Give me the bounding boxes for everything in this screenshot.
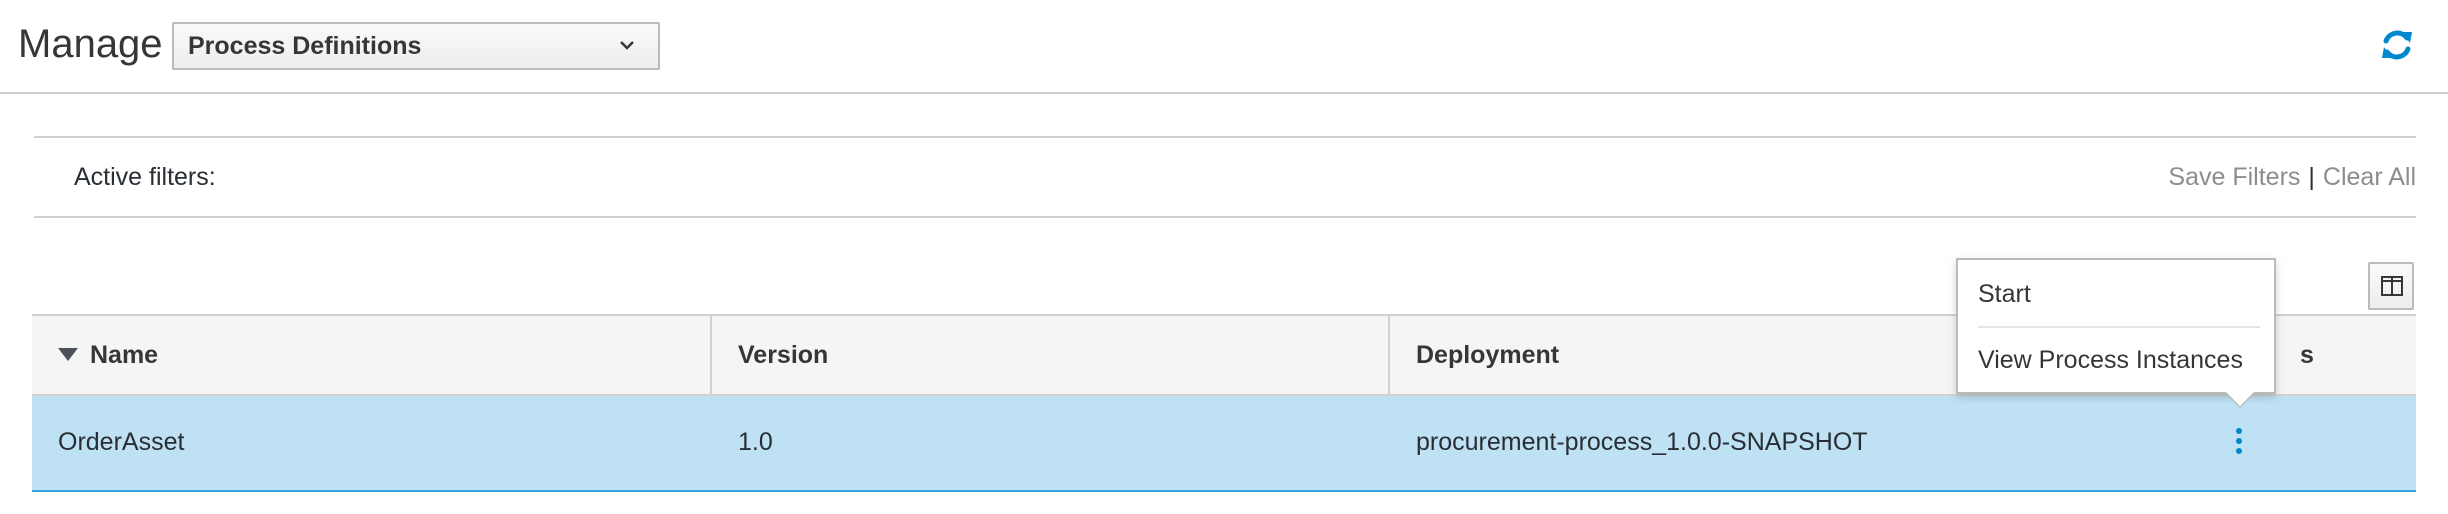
sort-desc-icon xyxy=(58,347,78,361)
page-header: Manage Process Definitions xyxy=(0,0,2448,94)
chevron-down-icon xyxy=(620,41,634,50)
column-header-deployment[interactable]: Deployment xyxy=(1390,316,1960,394)
cell-name: OrderAsset xyxy=(58,428,185,456)
clear-all-link[interactable]: Clear All xyxy=(2323,163,2416,191)
columns-icon xyxy=(2381,276,2403,296)
refresh-icon[interactable] xyxy=(2378,26,2416,64)
save-filters-link[interactable]: Save Filters xyxy=(2168,163,2300,191)
page-title: Manage xyxy=(18,22,163,66)
kebab-icon[interactable] xyxy=(2232,426,2246,462)
column-picker-button[interactable] xyxy=(2368,262,2414,310)
view-selector-value: Process Definitions xyxy=(188,32,422,60)
column-header-version[interactable]: Version xyxy=(712,316,1390,394)
row-actions-menu: Start View Process Instances xyxy=(1956,258,2276,394)
view-selector[interactable]: Process Definitions xyxy=(172,22,660,70)
menu-item-start[interactable]: Start xyxy=(1958,262,2274,326)
filter-actions: Save Filters | Clear All xyxy=(2168,138,2416,216)
column-header-name[interactable]: Name xyxy=(32,316,712,394)
cell-version: 1.0 xyxy=(738,428,773,456)
menu-item-view-process-instances[interactable]: View Process Instances xyxy=(1958,328,2274,392)
active-filters-label: Active filters: xyxy=(74,163,216,191)
active-filters-bar: Active filters: Save Filters | Clear All xyxy=(34,136,2416,218)
filter-actions-separator: | xyxy=(2308,163,2315,191)
cell-deployment: procurement-process_1.0.0-SNAPSHOT xyxy=(1416,428,1868,456)
table-row[interactable]: OrderAsset 1.0 procurement-process_1.0.0… xyxy=(32,396,2416,492)
